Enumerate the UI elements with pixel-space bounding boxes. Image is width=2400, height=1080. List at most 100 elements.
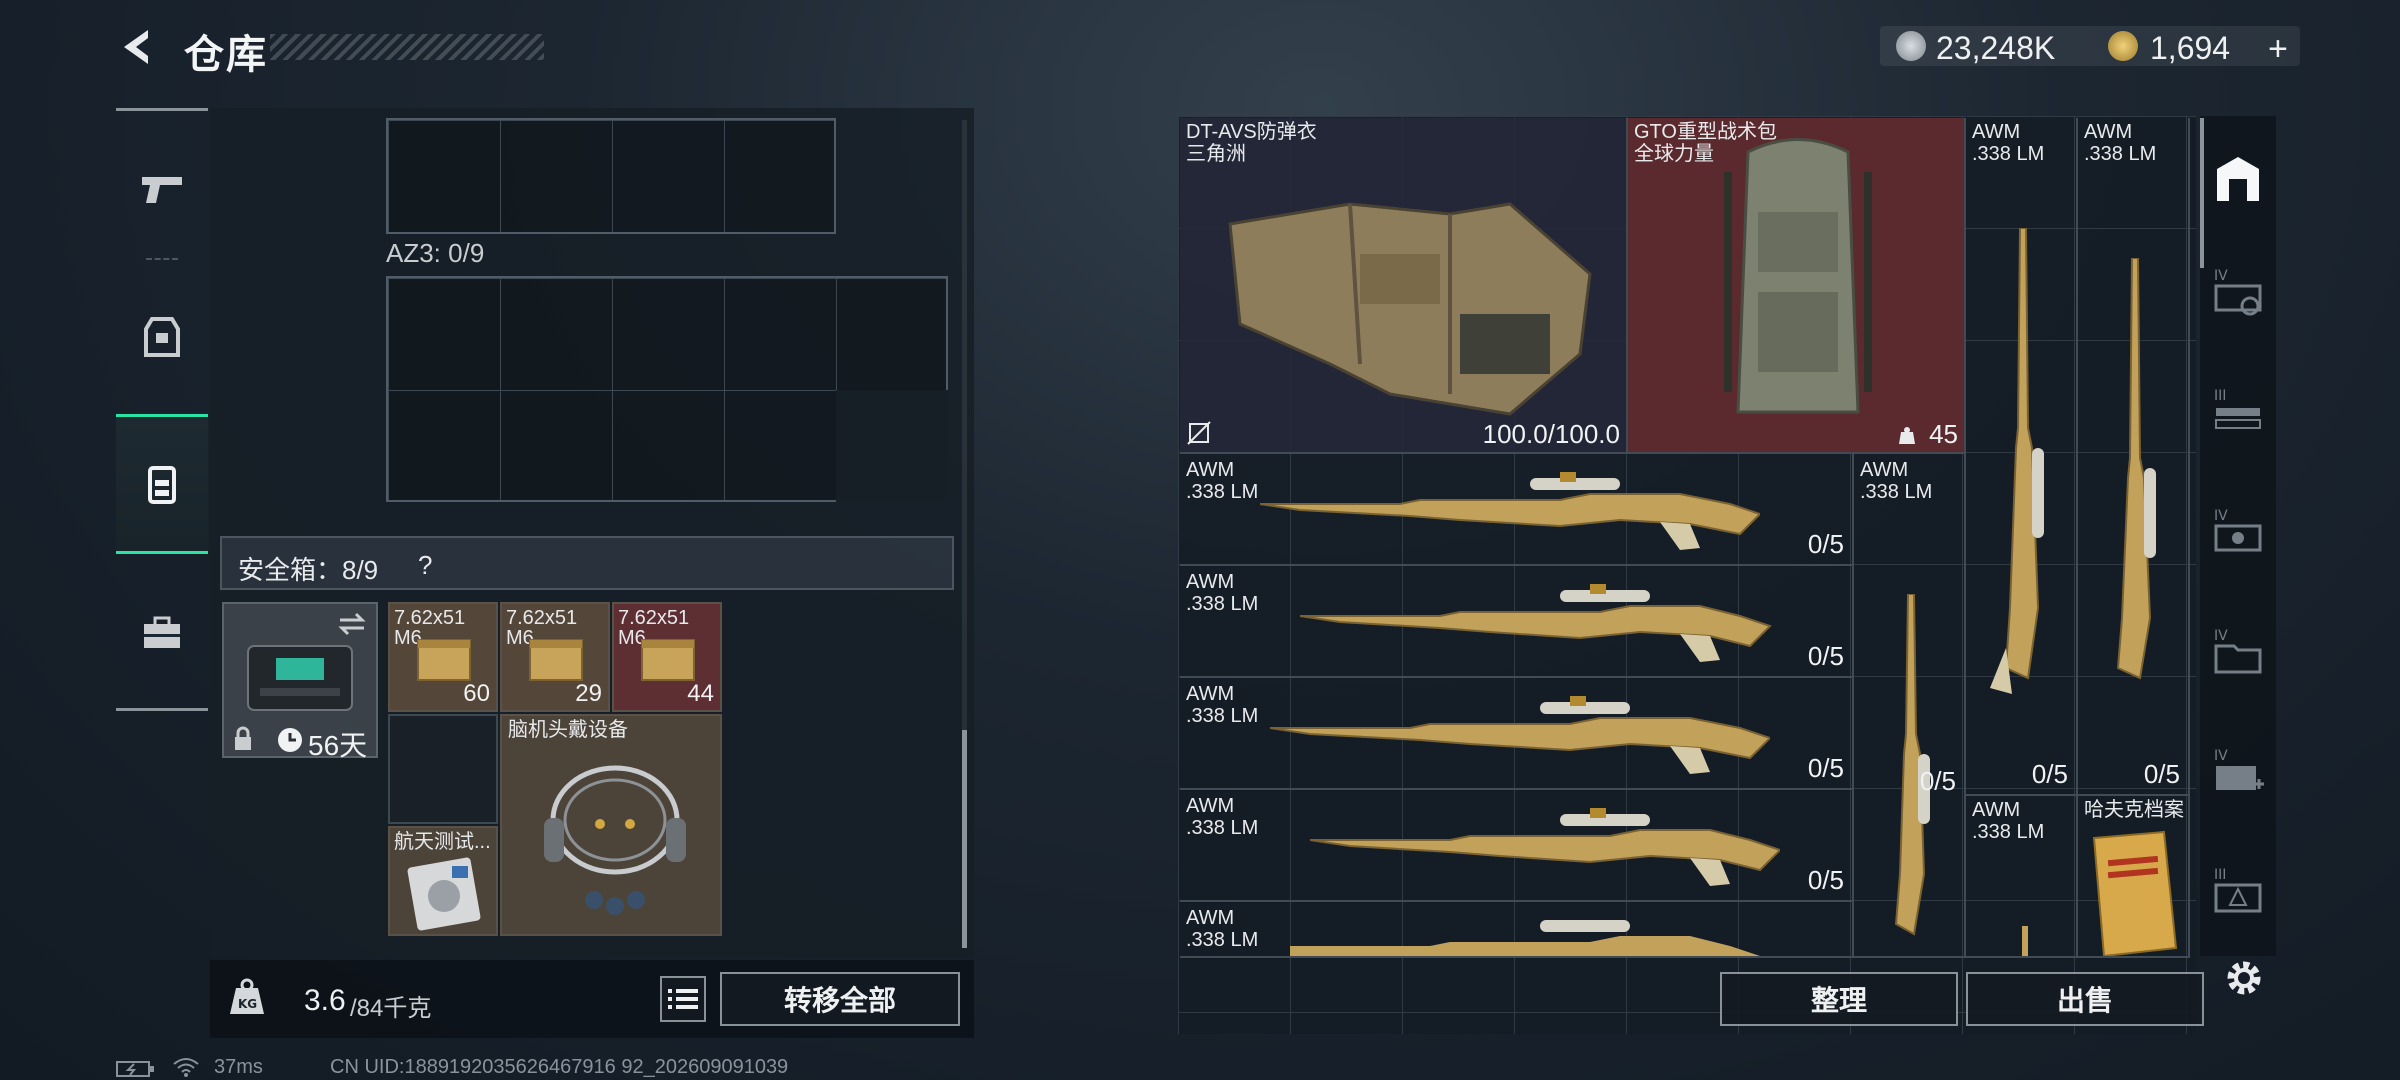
weapon-case-icon: IV [2214,268,2262,316]
rifle-caliber: .338 LM [2084,143,2157,165]
rifle-caliber: .338 LM [1186,593,1259,615]
ammo-name: 7.62x51 [506,607,578,629]
rifle-name: AWM [1972,799,2021,821]
stash-tab[interactable]: III [2206,376,2270,448]
safe-case-slot[interactable]: 56天 [222,602,378,761]
awm-rifle-vertical-icon [2022,926,2028,956]
sort-button[interactable]: 整理 [1720,972,1958,1026]
stash-tab[interactable]: III [2206,856,2270,926]
rifle-item[interactable]: AWM .338 LM 0/5 [1180,566,1854,678]
stash-tab[interactable]: IV [2206,736,2270,808]
battery-icon [116,1061,154,1077]
safe-box-help-button[interactable]: ? [418,550,432,581]
equipment-case-icon: IV [2214,508,2262,552]
inventory-scroll-thumb[interactable] [962,730,967,948]
ammo-quantity: 29 [575,680,602,707]
ammo-slot[interactable]: 7.62x51 M6.. 60 [388,602,498,712]
svg-text:KG: KG [238,997,257,1011]
armor-name: DT-AVS防弹衣 [1186,121,1317,143]
ammo-slot[interactable]: 7.62x51 M6.. 29 [500,602,610,712]
rifle-item[interactable]: AWM .338 LM 0/5 [1180,678,1854,790]
tier-label: IV [2214,508,2228,524]
clock-icon [278,728,302,752]
gold-coin-icon [2108,31,2138,61]
disk-icon [407,857,481,931]
rifle-vertical-item[interactable]: AWM .338 LM 0/5 [1966,118,2078,796]
container-grid-top[interactable] [386,118,836,234]
tier-label: IV [2214,628,2228,644]
nav-weapons[interactable] [116,124,208,254]
file-cabinet-icon: IV [2214,628,2262,674]
weight-value: 3.6 [304,984,346,1017]
folder-document-icon [2092,830,2178,956]
rifle-ammo: 0/5 [1919,766,1956,796]
title-decoration [270,34,544,60]
rifle-ammo: 0/5 [2143,759,2180,789]
transfer-all-button[interactable]: 转移全部 [720,972,960,1026]
awm-rifle-vertical-icon [1990,228,2044,694]
backpack-item[interactable]: GTO重型战术包 全球力量 45 [1628,118,1966,454]
stash-tab[interactable]: IV [2206,256,2270,328]
rifle-item[interactable]: AWM .338 LM 0/5 [1180,790,1854,902]
safe-box-label: 安全箱：8/9 [238,555,379,585]
backpack-brand: 全球力量 [1634,143,1714,165]
ammo-slot[interactable]: 7.62x51 M6.. 44 [612,602,722,712]
awm-rifle-icon [1290,920,1760,956]
settings-button[interactable] [2222,956,2266,1000]
uid-text: CN UID:1889192035626467916 92_2026090910… [330,1056,789,1078]
nav-top-line [116,108,208,111]
ammo-quantity: 60 [463,680,490,707]
armor-icon [144,317,180,357]
armor-item[interactable]: DT-AVS防弹衣 三角洲 100.0/100.0 [1180,118,1628,454]
gear-icon [2227,961,2261,995]
rifle-name: AWM [1186,571,1235,593]
currency-bar: 23,248K 1,694 + [1880,26,2300,69]
rifle-item[interactable]: AWM .338 LM [1180,902,1854,958]
nav-backpack[interactable] [116,414,208,554]
rifle-vertical-item[interactable]: AWM .338 LM 0/5 [1854,454,1966,958]
document-item[interactable]: 哈夫克档案 [2078,796,2190,958]
add-currency-button[interactable]: + [2268,30,2288,69]
back-button[interactable] [112,22,162,72]
stash-home-tab[interactable] [2206,142,2270,214]
rifle-ammo: 0/5 [1807,753,1844,783]
nav-case[interactable] [116,568,208,698]
ammo-name: 7.62x51 [394,607,466,629]
backpack-icon [148,466,176,504]
rifle-item[interactable]: AWM .338 LM 0/5 [1180,454,1854,566]
back-arrow-icon [124,30,148,64]
armor-durability: 100.0/100.0 [1482,419,1620,449]
ammo-quantity: 44 [687,680,714,707]
empty-slot[interactable] [388,714,498,824]
sell-button[interactable]: 出售 [1966,972,2204,1026]
headset-name: 脑机头戴设备 [508,719,628,741]
list-icon [668,989,698,1009]
no-repair-icon [1187,421,1211,445]
awm-rifle-icon [1300,584,1772,662]
rifle-name: AWM [2084,121,2133,143]
nav-armor[interactable] [116,272,208,402]
list-view-button[interactable] [660,976,706,1022]
space-test-name: 航天测试... [394,831,491,853]
rifle-caliber: .338 LM [1186,481,1259,503]
swap-icon[interactable] [336,610,368,638]
headset-slot[interactable]: 脑机头戴设备 [500,714,722,936]
nav-separator [146,258,178,262]
stash-tab[interactable]: IV [2206,616,2270,688]
space-test-slot[interactable]: 航天测试... [388,826,498,936]
grid-notch [836,390,948,502]
stash-scroll-thumb[interactable] [2200,118,2204,268]
stash-tab[interactable]: IV [2206,496,2270,568]
tactical-backpack-icon [1724,138,1872,414]
rifle-name: AWM [1186,459,1235,481]
tier-label: III [2214,388,2226,404]
rifle-vertical-item[interactable]: AWM .338 LM 0/5 [2078,118,2190,796]
rifle-vertical-item[interactable]: AWM .338 LM [1966,796,2078,958]
rifle-storage-icon: III [2214,388,2261,429]
awm-rifle-icon [1270,696,1770,774]
weight-icon-wrap: KG [226,976,268,1018]
rifle-ammo: 0/5 [2031,759,2068,789]
rifle-name: AWM [1186,683,1235,705]
silver-amount: 23,248K [1936,30,2056,66]
rifle-ammo: 0/5 [1807,529,1844,559]
